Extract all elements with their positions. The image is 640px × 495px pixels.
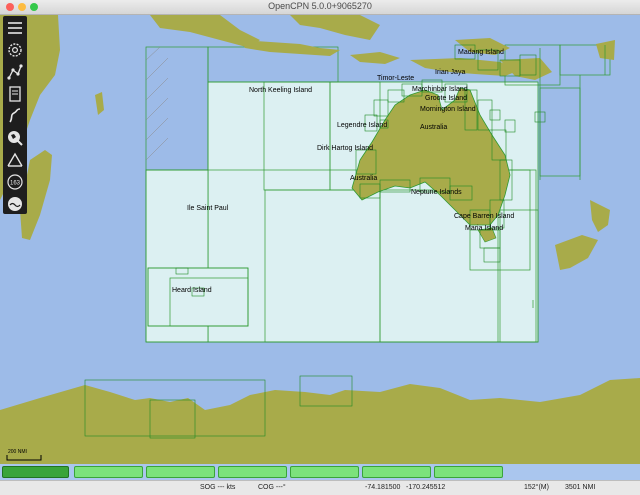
label-madang: Madang Island [458,49,504,56]
label-timor-leste: Timor-Leste [377,75,415,82]
menu-icon[interactable] [5,18,25,38]
label-australia-north: Australia [420,124,448,131]
piano-key[interactable] [218,466,287,478]
label-heard: Heard Island [172,287,212,294]
main-toolbar: 163 [3,16,27,214]
track-icon[interactable] [5,106,25,126]
label-neptune: Neptune Islands [411,189,462,196]
route-manager-icon[interactable] [5,84,25,104]
piano-key[interactable] [290,466,359,478]
label-maria: Maria Island [465,225,504,232]
ais-icon[interactable]: 163 [5,172,25,192]
label-cape-barren: Cape Barren Island [454,213,515,220]
label-marchinbar: Marchinbar Island [412,86,468,93]
piano-key[interactable] [146,466,215,478]
ais-count: 163 [10,181,21,187]
label-north-keeling: North Keeling Island [249,87,313,94]
scale-bar [6,455,42,461]
zoom-globe-icon[interactable] [5,128,25,148]
chart-canvas[interactable]: North Keeling Island Timor-Leste Irian J… [0,15,640,464]
distance-readout: 3501 NMI [565,484,596,491]
label-legendre: Legendre Island [337,122,388,129]
window-title: OpenCPN 5.0.0+9065270 [268,1,372,11]
chart-map[interactable] [0,15,640,464]
status-bar: SOG --- kts COG ---° -74.181500 -170.245… [0,480,640,495]
piano-key[interactable] [74,466,143,478]
piano-key[interactable] [2,466,69,478]
title-bar: OpenCPN 5.0.0+9065270 [0,0,640,15]
label-irian-jaya: Irian Jaya [435,69,466,76]
sog-readout: SOG --- kts [200,484,236,491]
cog-readout: COG ---° [258,484,286,491]
label-dirk-hartog: Dirk Hartog Island [317,145,374,152]
settings-gear-icon[interactable] [5,40,25,60]
label-mornington: Mornington Island [420,106,476,113]
label-ile-saint-paul: Ile Saint Paul [187,205,229,212]
piano-key[interactable] [434,466,503,478]
route-icon[interactable] [5,62,25,82]
latitude-readout: -74.181500 [365,484,401,491]
label-groote: Groote Island [425,95,468,102]
longitude-readout: -170.245512 [406,484,446,491]
measure-icon[interactable] [5,150,25,170]
bearing-readout: 152°(M) [524,484,549,491]
label-australia-west: Australia [350,175,378,182]
chart-piano-bar [0,464,640,480]
tide-current-icon[interactable] [5,194,25,214]
piano-key[interactable] [362,466,431,478]
